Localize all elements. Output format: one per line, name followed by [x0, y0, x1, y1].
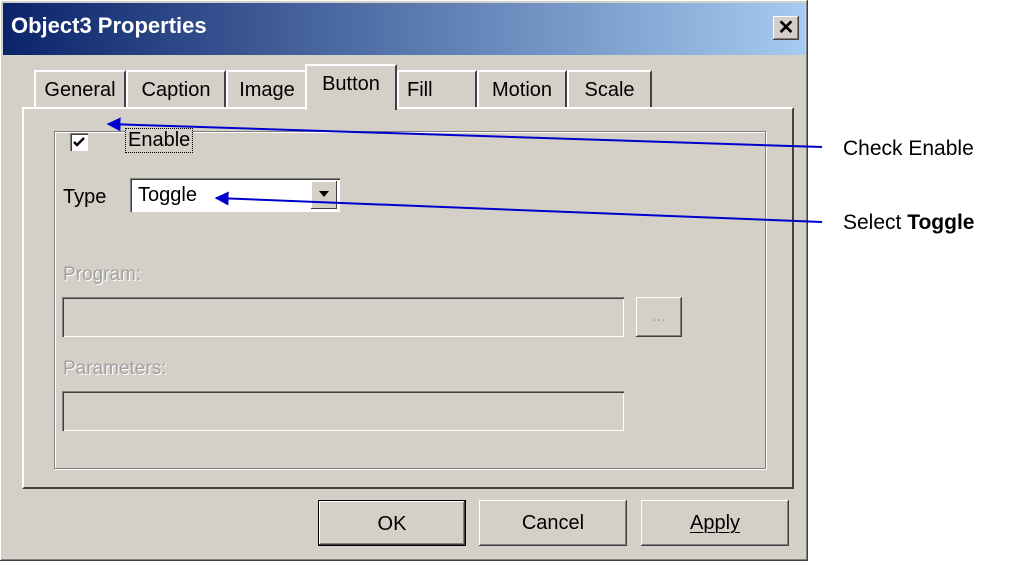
type-select-value: Toggle — [138, 184, 197, 206]
tab-caption-label: Caption — [141, 79, 211, 101]
tab-fill-label: Fill — [407, 79, 433, 101]
program-label: Program: — [63, 264, 142, 285]
select-bold-text: Toggle — [907, 211, 975, 234]
checkmark-icon — [73, 137, 85, 147]
cancel-button[interactable]: Cancel — [479, 500, 627, 546]
tab-motion-label: Motion — [491, 79, 553, 101]
tab-image-label: Image — [239, 79, 295, 101]
close-button[interactable]: ✕ — [773, 16, 799, 40]
window-title: Object3 Properties — [11, 13, 207, 38]
tab-button-label: Button — [322, 73, 380, 95]
tab-scale-label: Scale — [584, 79, 635, 101]
tab-caption[interactable]: Caption — [126, 70, 226, 108]
type-label: Type — [63, 186, 107, 208]
browse-button[interactable]: ... — [636, 297, 682, 337]
apply-button-label: Apply — [689, 512, 741, 534]
tab-scale[interactable]: Scale — [567, 70, 652, 108]
check-enable-text: Check Enable — [843, 137, 974, 160]
tab-motion[interactable]: Motion — [477, 70, 567, 108]
tab-image[interactable]: Image — [226, 70, 308, 108]
check-enable-annotation: Check Enable — [843, 137, 974, 161]
type-select[interactable]: Toggle — [130, 178, 340, 212]
parameters-label: Parameters: — [63, 358, 167, 379]
type-dropdown-button[interactable] — [311, 181, 337, 209]
ok-button[interactable]: OK — [318, 500, 466, 546]
select-prefix-text: Select — [843, 211, 908, 234]
title-bar: Object3 Properties ✕ — [3, 3, 805, 55]
tab-general-label: General — [44, 79, 116, 101]
tab-button[interactable]: Button — [305, 64, 397, 110]
parameters-field[interactable] — [62, 391, 624, 431]
properties-dialog: Object3 Properties ✕ General Caption Ima… — [0, 0, 808, 561]
tab-fill[interactable]: Fill — [397, 70, 477, 108]
program-field[interactable] — [62, 297, 624, 337]
select-toggle-annotation: Select Toggle — [843, 211, 974, 235]
chevron-down-icon — [319, 191, 329, 197]
apply-button[interactable]: Apply — [641, 500, 789, 546]
enable-checkbox[interactable] — [70, 133, 88, 151]
tab-general[interactable]: General — [34, 70, 126, 108]
enable-label[interactable]: Enable — [125, 128, 194, 153]
